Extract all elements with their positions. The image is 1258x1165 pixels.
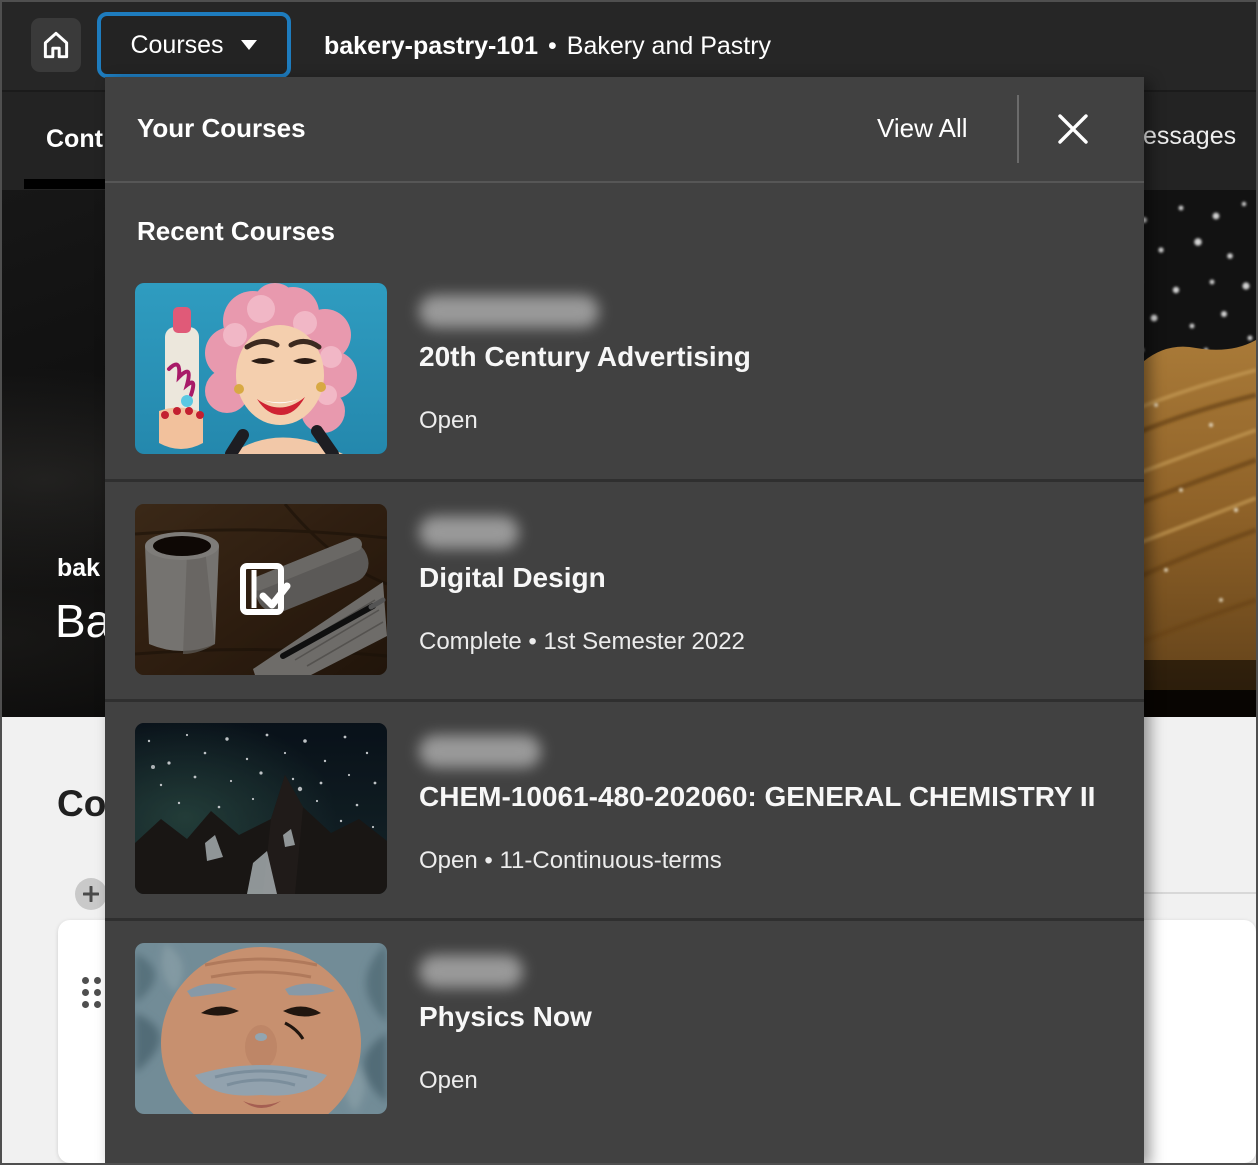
course-thumbnail-chemistry bbox=[135, 723, 387, 894]
course-title: 20th Century Advertising bbox=[419, 341, 751, 373]
course-title: CHEM-10061-480-202060: GENERAL CHEMISTRY… bbox=[419, 781, 1095, 813]
header-vertical-divider bbox=[1017, 95, 1019, 163]
course-title: Physics Now bbox=[419, 1001, 592, 1033]
course-title: Digital Design bbox=[419, 562, 606, 594]
course-thumbnail-advertising bbox=[135, 283, 387, 454]
course-status: Complete • 1st Semester 2022 bbox=[419, 628, 745, 656]
row-divider bbox=[105, 479, 1144, 482]
course-row-chemistry[interactable]: CHEM-10061-480-202060: GENERAL CHEMISTRY… bbox=[105, 723, 1144, 942]
blurred-course-id bbox=[419, 735, 541, 768]
tab-messages[interactable]: essages bbox=[1143, 122, 1236, 151]
home-button[interactable] bbox=[31, 18, 81, 72]
course-status: Open • 11-Continuous-terms bbox=[419, 847, 722, 875]
blurred-course-id bbox=[419, 955, 523, 988]
panel-header: Your Courses View All bbox=[105, 77, 1144, 181]
breadcrumb-separator: • bbox=[548, 32, 557, 61]
hero-course-title-text: Ba bbox=[55, 594, 111, 648]
breadcrumb-course-id: bakery-pastry-101 bbox=[324, 32, 538, 61]
recent-courses-heading: Recent Courses bbox=[137, 216, 335, 247]
your-courses-panel: Your Courses View All Recent Courses bbox=[105, 77, 1144, 1163]
course-status: Open bbox=[419, 407, 478, 435]
chevron-down-icon bbox=[240, 39, 258, 51]
view-all-link[interactable]: View All bbox=[877, 113, 995, 144]
hero-pastry-image-fragment bbox=[1126, 190, 1256, 717]
page-section-divider bbox=[1142, 892, 1258, 894]
drag-handle[interactable] bbox=[82, 977, 101, 1008]
breadcrumb-course-name: Bakery and Pastry bbox=[567, 32, 771, 61]
content-heading-text: Co bbox=[57, 783, 106, 825]
plus-icon bbox=[83, 886, 99, 902]
tab-content[interactable]: Cont bbox=[46, 125, 103, 154]
app-screenshot: bak Ba bbox=[0, 0, 1258, 1165]
courses-menu-button[interactable]: Courses bbox=[97, 12, 291, 78]
course-status: Open bbox=[419, 1067, 478, 1095]
course-thumbnail-physics bbox=[135, 943, 387, 1114]
course-row-advertising[interactable]: 20th Century Advertising Open bbox=[105, 283, 1144, 502]
courses-button-label: Courses bbox=[130, 31, 223, 60]
hero-course-id-text: bak bbox=[57, 554, 100, 583]
add-content-button[interactable] bbox=[75, 878, 107, 910]
course-row-physics[interactable]: Physics Now Open bbox=[105, 943, 1144, 1162]
close-icon bbox=[1055, 111, 1091, 147]
row-divider bbox=[105, 699, 1144, 702]
panel-header-separator bbox=[105, 181, 1144, 183]
course-thumbnail-digital-design bbox=[135, 504, 387, 675]
home-icon bbox=[39, 28, 73, 62]
course-row-digital-design[interactable]: Digital Design Complete • 1st Semester 2… bbox=[105, 504, 1144, 723]
blurred-course-id bbox=[419, 516, 519, 549]
row-divider bbox=[105, 918, 1144, 921]
close-panel-button[interactable] bbox=[1041, 97, 1105, 161]
blurred-course-id bbox=[419, 295, 599, 328]
panel-title: Your Courses bbox=[137, 113, 306, 144]
